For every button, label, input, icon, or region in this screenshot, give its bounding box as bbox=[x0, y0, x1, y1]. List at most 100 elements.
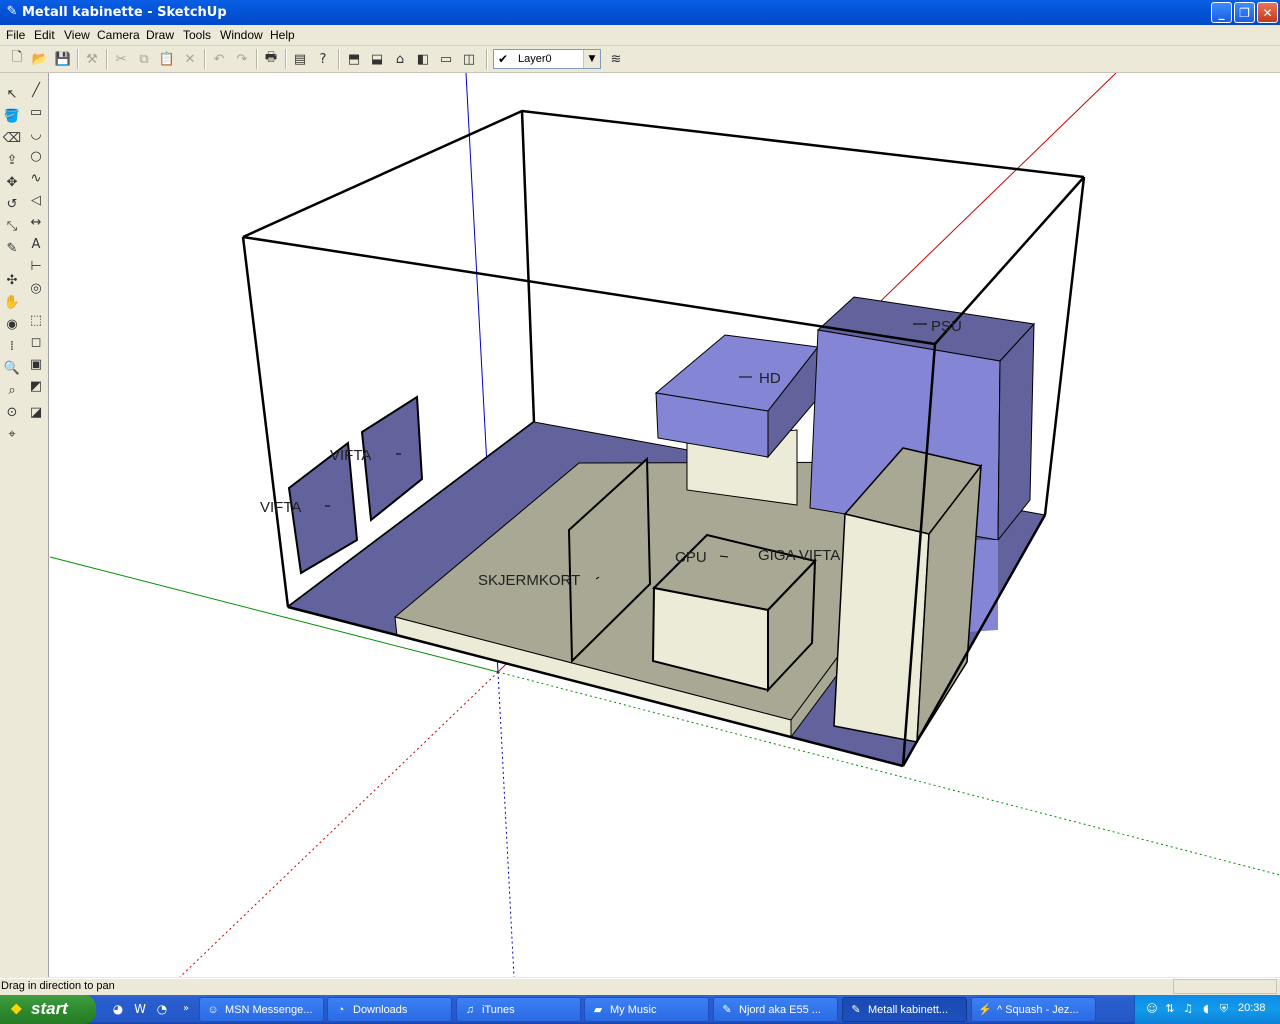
messenger-tray-icon[interactable]: ☺ bbox=[1145, 1002, 1159, 1016]
word-icon[interactable]: W bbox=[132, 1001, 148, 1017]
folder-icon: ▰ bbox=[593, 1004, 603, 1016]
layer-select[interactable]: ✔ Layer0 ▼ bbox=[493, 49, 601, 69]
task-metall-kabinette[interactable]: ✎ Metall kabinett... bbox=[842, 997, 967, 1022]
section-plane-icon[interactable]: ◎ bbox=[25, 277, 47, 299]
pan-tool-icon[interactable]: ✋ bbox=[1, 291, 23, 313]
label-hd[interactable]: HD bbox=[759, 370, 781, 387]
model-viewport[interactable]: PSU HD VIFTA VIFTA CPU GIGA VIFTA SKJERM… bbox=[49, 73, 1280, 977]
erase-icon[interactable]: ✕ bbox=[180, 49, 200, 69]
polygon-tool-icon[interactable]: ◁ bbox=[25, 189, 47, 211]
view-left-icon[interactable]: ◫ bbox=[459, 49, 479, 69]
eraser-icon[interactable]: ⌫ bbox=[1, 127, 23, 149]
task-label: iTunes bbox=[482, 1004, 515, 1016]
new-file-icon[interactable]: 🗋 bbox=[7, 49, 27, 69]
label-cpu[interactable]: CPU bbox=[675, 549, 707, 566]
menu-file[interactable]: File bbox=[6, 28, 25, 42]
push-pull-icon[interactable]: ⇪ bbox=[1, 149, 23, 171]
label-vifta-lower[interactable]: VIFTA bbox=[260, 499, 301, 516]
measurements-box[interactable] bbox=[1173, 979, 1277, 994]
chevron-right-icon[interactable]: » bbox=[178, 1001, 194, 1017]
ie-icon[interactable]: ◕ bbox=[110, 1001, 126, 1017]
copy-icon[interactable]: ⧉ bbox=[134, 49, 154, 69]
security-tray-icon[interactable]: ⛨ bbox=[1217, 1002, 1231, 1016]
menu-edit[interactable]: Edit bbox=[34, 28, 55, 42]
save-icon[interactable]: 💾 bbox=[53, 49, 73, 69]
itunes-tray-icon[interactable]: ♫ bbox=[1181, 1002, 1195, 1016]
label-vifta-upper[interactable]: VIFTA bbox=[330, 447, 371, 464]
task-my-music[interactable]: ▰ My Music bbox=[584, 997, 709, 1022]
xray-view-icon[interactable]: ⬚ bbox=[25, 309, 47, 331]
menu-view[interactable]: View bbox=[64, 28, 90, 42]
network-tray-icon[interactable]: ⇅ bbox=[1163, 1002, 1177, 1016]
task-msn[interactable]: ☺ MSN Messenge... bbox=[199, 997, 324, 1022]
view-back-icon[interactable]: ▭ bbox=[436, 49, 456, 69]
model-canvas[interactable]: PSU HD VIFTA VIFTA CPU GIGA VIFTA SKJERM… bbox=[49, 73, 1280, 977]
label-psu[interactable]: PSU bbox=[931, 318, 962, 335]
firefox-icon[interactable]: ◔ bbox=[154, 1001, 170, 1017]
print-icon[interactable]: 🖶 bbox=[261, 49, 281, 69]
axes-tool-icon[interactable]: ⊢ bbox=[25, 255, 47, 277]
zoom-extents-icon[interactable]: ⊙ bbox=[1, 401, 23, 423]
arc-tool-icon[interactable]: ◡ bbox=[25, 123, 47, 145]
move-tool-icon[interactable]: ✥ bbox=[1, 171, 23, 193]
paste-icon[interactable]: 📋 bbox=[157, 49, 177, 69]
minimize-button[interactable]: _ bbox=[1211, 2, 1232, 23]
hidden-line-view-icon[interactable]: ▣ bbox=[25, 353, 47, 375]
menu-help[interactable]: Help bbox=[270, 28, 295, 42]
orbit-tool-icon[interactable]: ✣ bbox=[1, 269, 23, 291]
view-iso-icon[interactable]: ⬒ bbox=[344, 49, 364, 69]
circle-tool-icon[interactable]: ○ bbox=[25, 145, 47, 167]
tape-measure-icon[interactable]: ✎ bbox=[1, 237, 23, 259]
layers-manager-icon[interactable]: ≋ bbox=[606, 49, 626, 69]
system-tray: ☺ ⇅ ♫ ◖ ⛨ 20:38 bbox=[1134, 995, 1280, 1024]
make-component-icon[interactable]: ⚒ bbox=[82, 49, 102, 69]
scale-tool-icon[interactable]: ⤡ bbox=[1, 215, 23, 237]
open-folder-icon[interactable]: 📂 bbox=[30, 49, 50, 69]
redo-icon[interactable]: ↷ bbox=[232, 49, 252, 69]
position-camera-icon[interactable]: ⌖ bbox=[1, 423, 23, 445]
shaded-view-icon[interactable]: ◩ bbox=[25, 375, 47, 397]
view-top-icon[interactable]: ⬓ bbox=[367, 49, 387, 69]
toolbar-separator bbox=[204, 49, 206, 69]
undo-icon[interactable]: ↶ bbox=[209, 49, 229, 69]
giga-fan-front bbox=[833, 513, 930, 743]
restore-button[interactable]: ❐ bbox=[1234, 2, 1255, 23]
model-info-icon[interactable]: ▤ bbox=[290, 49, 310, 69]
walk-tool-icon[interactable]: ⁞ bbox=[1, 335, 23, 357]
view-front-icon[interactable]: ⌂ bbox=[390, 49, 410, 69]
context-help-icon[interactable]: ? bbox=[313, 49, 333, 69]
close-button[interactable]: ✕ bbox=[1257, 2, 1278, 23]
line-tool-icon[interactable]: ╱ bbox=[25, 79, 47, 101]
task-njord[interactable]: ✎ Njord aka E55 ... bbox=[713, 997, 838, 1022]
zoom-window-icon[interactable]: ⌕ bbox=[1, 379, 23, 401]
rectangle-tool-icon[interactable]: ▭ bbox=[25, 101, 47, 123]
wireframe-view-icon[interactable]: ◻ bbox=[25, 331, 47, 353]
label-skjermkort[interactable]: SKJERMKORT bbox=[478, 572, 580, 589]
paint-bucket-icon[interactable]: 🪣 bbox=[1, 105, 23, 127]
task-itunes[interactable]: ♫ iTunes bbox=[456, 997, 581, 1022]
start-button[interactable]: ❖ start bbox=[0, 995, 96, 1024]
clock[interactable]: 20:38 bbox=[1238, 1002, 1266, 1014]
chevron-down-icon[interactable]: ▼ bbox=[583, 50, 600, 68]
freehand-tool-icon[interactable]: ∿ bbox=[25, 167, 47, 189]
menu-window[interactable]: Window bbox=[220, 28, 263, 42]
task-downloads[interactable]: ◔ Downloads bbox=[327, 997, 452, 1022]
volume-tray-icon[interactable]: ◖ bbox=[1199, 1002, 1213, 1016]
menu-tools[interactable]: Tools bbox=[183, 28, 211, 42]
select-tool-icon[interactable]: ↖ bbox=[1, 83, 23, 105]
dimension-tool-icon[interactable]: ↔ bbox=[25, 211, 47, 233]
cut-icon[interactable]: ✂ bbox=[111, 49, 131, 69]
label-giga-vifta[interactable]: GIGA VIFTA bbox=[758, 547, 840, 564]
task-winamp[interactable]: ⚡ ^ Squash - Jez... bbox=[971, 997, 1096, 1022]
zoom-tool-icon[interactable]: 🔍 bbox=[1, 357, 23, 379]
shaded-textures-icon[interactable]: ◪ bbox=[25, 401, 47, 423]
status-text: Drag in direction to pan bbox=[1, 980, 115, 992]
view-right-icon[interactable]: ◧ bbox=[413, 49, 433, 69]
firefox-icon: ◔ bbox=[337, 1004, 345, 1016]
menu-camera[interactable]: Camera bbox=[97, 28, 140, 42]
menu-draw[interactable]: Draw bbox=[146, 28, 174, 42]
text-tool-icon[interactable]: A bbox=[25, 233, 47, 255]
look-around-icon[interactable]: ◉ bbox=[1, 313, 23, 335]
rotate-tool-icon[interactable]: ↺ bbox=[1, 193, 23, 215]
menu-bar: File Edit View Camera Draw Tools Window … bbox=[0, 25, 1280, 46]
